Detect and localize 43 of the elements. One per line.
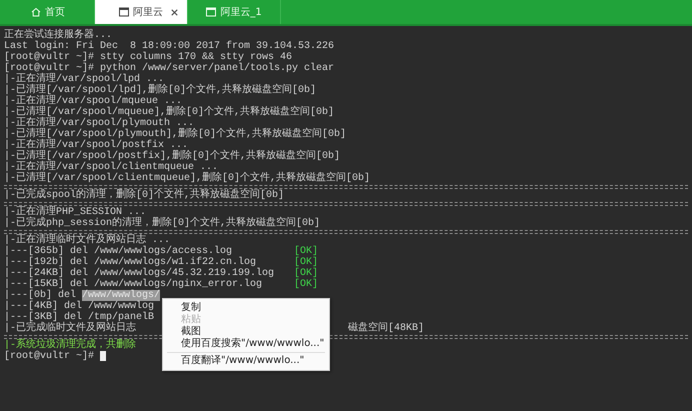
terminal-text: [root@vultr ~]# python /www/server/panel/tools.py clear bbox=[4, 63, 334, 74]
terminal-text: [OK] bbox=[294, 246, 318, 257]
terminal-text: |-已完成php_session的清理，删除[0]个文件,共释放磁盘空间[0b] bbox=[4, 218, 320, 229]
terminal-text: [OK] bbox=[294, 268, 318, 279]
terminal-text: |---[4KB] del /www/wwwlog bbox=[4, 301, 154, 312]
terminal-text: Last login: Fri Dec 8 18:09:00 2017 from 39.104.53.226 bbox=[4, 41, 334, 52]
terminal-text: |-已完成临时文件及网站日志 bbox=[4, 323, 136, 334]
terminal-text: |---[24KB] del /www/wwwlogs/45.32.219.199.log bbox=[4, 268, 276, 279]
terminal-text: |-已清理[/var/spool/lpd],删除[0]个文件,共释放磁盘空间[0b] bbox=[4, 85, 316, 96]
menu-item[interactable]: 百度翻译"/www/wwwlo..." bbox=[163, 355, 329, 367]
terminal-text: [OK] bbox=[294, 257, 318, 268]
terminal-text: |-已清理[/var/spool/clientmqueue],删除[0]个文件,共释放磁盘空间[0b] bbox=[4, 173, 370, 184]
terminal-text: 正在尝试连接服务器... bbox=[4, 30, 112, 41]
terminal-text: |---[0b] del bbox=[4, 290, 76, 301]
terminal-text: |-正在清理PHP_SESSION ... bbox=[4, 207, 146, 218]
terminal-text: |-正在清理临时文件及网站日志 ... bbox=[4, 235, 170, 246]
tab[interactable]: 阿里云 bbox=[95, 0, 188, 24]
terminal-text: |---[365b] del /www/wwwlogs/access.log bbox=[4, 246, 232, 257]
terminal-text: |-系统垃圾清理完成，共删除 bbox=[4, 340, 136, 351]
terminal-text: /www/wwwlogs/ bbox=[82, 290, 160, 301]
terminal-text: 磁盘空间[48KB] bbox=[348, 323, 424, 334]
menu-item[interactable]: 复制 bbox=[163, 302, 329, 314]
terminal-text: |-已清理[/var/spool/mqueue],删除[0]个文件,共释放磁盘空间[0b] bbox=[4, 107, 334, 118]
terminal-text: [root@vultr ~]# stty columns 170 && stty rows 46 bbox=[4, 52, 292, 63]
terminal-text: |-正在清理/var/spool/plymouth ... bbox=[4, 118, 194, 129]
window-icon bbox=[206, 7, 216, 17]
menu-item[interactable]: 使用百度搜索"/www/wwwlo..." bbox=[163, 338, 329, 350]
window-icon bbox=[119, 7, 129, 17]
terminal-text: |-已完成spool的清理，删除[0]个文件,共释放磁盘空间[0b] bbox=[4, 190, 284, 201]
terminal-text: |-正在清理/var/spool/mqueue ... bbox=[4, 96, 182, 107]
terminal-text: |-正在清理/var/spool/lpd ... bbox=[4, 74, 164, 85]
terminal-text: |-正在清理/var/spool/clientmqueue ... bbox=[4, 162, 218, 173]
terminal-text: |-正在清理/var/spool/postfix ... bbox=[4, 140, 188, 151]
menu-item[interactable]: 截图 bbox=[163, 326, 329, 338]
terminal-text: [root@vultr ~]# bbox=[4, 351, 94, 362]
terminal-text: |---[3KB] del /tmp/panelB bbox=[4, 312, 154, 323]
terminal-text: |-已清理[/var/spool/postfix],删除[0]个文件,共释放磁盘空间[0b] bbox=[4, 151, 340, 162]
terminal-text: |-已清理[/var/spool/plymouth],删除[0]个文件,共释放磁盘空间[0b] bbox=[4, 129, 346, 140]
terminal-text: [OK] bbox=[294, 279, 318, 290]
terminal-text: |---[192b] del /www/wwwlogs/w1.if22.cn.log bbox=[4, 257, 256, 268]
terminal-text: |---[15KB] del /www/wwwlogs/nginx_error.log bbox=[4, 279, 264, 290]
home-icon bbox=[31, 7, 41, 17]
close-icon[interactable] bbox=[170, 8, 179, 17]
